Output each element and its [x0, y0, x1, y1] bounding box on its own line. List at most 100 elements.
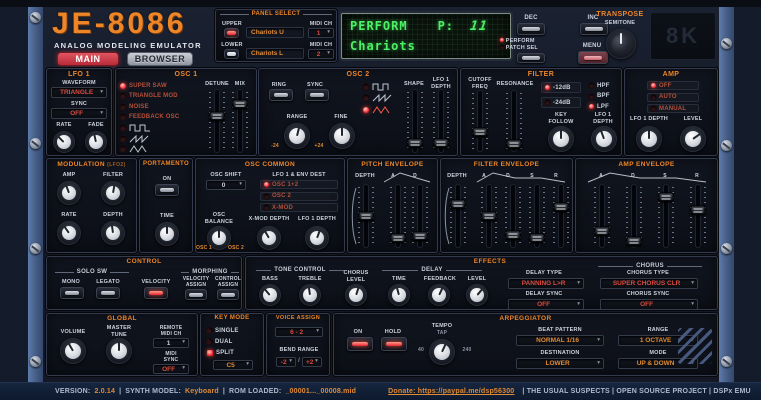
master-tune-knob[interactable] [103, 335, 135, 367]
amp-mode-option[interactable]: AUTO [647, 92, 699, 102]
env-dest-option[interactable]: OSC 2 [260, 191, 338, 201]
slider-handle[interactable] [529, 233, 545, 243]
slider-handle[interactable] [594, 226, 610, 236]
main-tab-button[interactable]: MAIN [57, 52, 119, 66]
amp-mode-option[interactable]: MANUAL [647, 104, 699, 113]
ring-button[interactable] [269, 89, 293, 101]
slider-handle[interactable] [412, 231, 428, 241]
legato-button[interactable] [96, 287, 120, 299]
mono-button[interactable] [60, 287, 84, 299]
dec-button[interactable] [517, 23, 545, 35]
portamento-time-knob[interactable] [152, 219, 182, 249]
amp-mode-option[interactable]: OFF [647, 81, 699, 90]
midi-sync-select[interactable]: OFF ▾ [153, 364, 189, 374]
portamento-on-button[interactable] [155, 184, 179, 196]
key-mode-option[interactable]: SPLIT [207, 348, 259, 357]
key-mode-option[interactable]: DUAL [205, 337, 259, 346]
osc1-wave-option[interactable] [120, 134, 202, 143]
env-dest-option[interactable]: X-MOD [260, 203, 338, 212]
upper-midi-ch-select[interactable]: 1 ▾ [308, 28, 334, 38]
lower-select-button[interactable] [224, 49, 239, 59]
common-lfo-depth-knob[interactable] [302, 223, 332, 253]
filter-sustain-slider[interactable] [529, 185, 545, 247]
menu-button[interactable] [578, 51, 608, 64]
osc1-wave-option[interactable]: SUPER SAW [120, 81, 202, 90]
filter-lfo-depth-knob[interactable] [588, 123, 620, 155]
lower-patch-name[interactable]: Chariots L [246, 48, 304, 59]
feedback-knob[interactable] [425, 281, 453, 309]
chorus-level-knob[interactable] [342, 281, 370, 309]
env-dest-option[interactable]: OSC 1+2 [260, 180, 338, 189]
amp-lfo-depth-knob[interactable] [633, 123, 665, 155]
destination-select[interactable]: LOWER ▾ [516, 358, 604, 369]
fine-knob[interactable] [326, 120, 358, 152]
slider-handle[interactable] [690, 205, 706, 215]
filter-type-option[interactable]: BPF [589, 92, 619, 101]
filter-env-depth-slider[interactable] [450, 185, 466, 247]
delay-sync-select[interactable]: OFF ▾ [508, 299, 584, 310]
slider-handle[interactable] [481, 211, 497, 221]
osc2-sync-button[interactable] [305, 89, 329, 101]
remote-midi-ch-select[interactable]: 1 ▾ [153, 338, 189, 348]
mod-amp-knob[interactable] [54, 178, 84, 208]
amp-attack-slider[interactable] [594, 185, 610, 247]
bend-down-select[interactable]: -2 ▾ [276, 357, 297, 367]
slider-handle[interactable] [553, 202, 569, 212]
mod-depth-knob[interactable] [98, 218, 128, 248]
velocity-button[interactable] [144, 287, 168, 299]
perform-patchsel-button[interactable] [517, 53, 545, 63]
slider-handle[interactable] [232, 99, 248, 109]
arp-on-button[interactable] [347, 337, 373, 351]
range-knob[interactable] [281, 120, 313, 152]
arp-hold-button[interactable] [381, 337, 407, 351]
key-mode-option[interactable]: SINGLE [205, 326, 259, 335]
resonance-slider[interactable] [506, 91, 522, 151]
shape-slider[interactable] [407, 90, 423, 152]
mod-filter-knob[interactable] [98, 178, 128, 208]
osc2-wave-option[interactable] [363, 105, 399, 114]
lfo1-rate-knob[interactable] [50, 128, 78, 156]
osc1-wave-option[interactable] [120, 124, 202, 133]
slider-handle[interactable] [505, 230, 521, 240]
filter-attack-slider[interactable] [481, 185, 497, 247]
control-assign-button[interactable] [217, 289, 239, 300]
slider-handle[interactable] [506, 139, 522, 149]
amp-release-slider[interactable] [690, 185, 706, 247]
slider-handle[interactable] [407, 138, 423, 148]
upper-patch-name[interactable]: Chariots U [246, 27, 304, 38]
filter-type-option[interactable]: LPF [589, 102, 619, 111]
amp-level-knob[interactable] [677, 123, 709, 155]
mod-rate-knob[interactable] [54, 218, 84, 248]
filter-type-option[interactable]: HPF [589, 81, 619, 90]
filter-decay-slider[interactable] [505, 185, 521, 247]
xmod-depth-knob[interactable] [254, 223, 284, 253]
upper-select-button[interactable] [224, 28, 239, 38]
bass-knob[interactable] [256, 281, 284, 309]
amp-sustain-slider[interactable] [658, 185, 674, 247]
slider-handle[interactable] [209, 111, 225, 121]
lower-midi-ch-select[interactable]: 2 ▾ [308, 49, 334, 59]
lfo1-waveform-select[interactable]: TRIANGLE ▾ [51, 87, 107, 98]
pitch-attack-slider[interactable] [390, 185, 406, 247]
lfo1-sync-select[interactable]: OFF ▾ [51, 108, 107, 119]
cutoff-freq-slider[interactable] [472, 91, 488, 151]
filter-12db-button[interactable]: -12dB [541, 82, 581, 93]
donate-link[interactable]: Donate: https://paypal.me/dsp56300 [388, 388, 514, 395]
lfo1-fade-knob[interactable] [82, 128, 110, 156]
beat-pattern-select[interactable]: NORMAL 1/16 ▾ [516, 335, 604, 346]
detune-slider[interactable] [209, 90, 225, 152]
split-point-select[interactable]: C5 ▾ [213, 360, 253, 370]
slider-handle[interactable] [358, 211, 374, 221]
pitch-depth-slider[interactable] [358, 185, 374, 247]
slider-handle[interactable] [433, 138, 449, 148]
chorus-sync-select[interactable]: OFF ▾ [600, 299, 698, 310]
osc-shift-select[interactable]: 0 ▾ [206, 180, 246, 190]
osc1-wave-option[interactable] [120, 145, 202, 154]
pitch-decay-slider[interactable] [412, 185, 428, 247]
osc1-wave-option[interactable]: TRIANGLE MOD [120, 92, 202, 101]
browser-tab-button[interactable]: BROWSER [127, 52, 193, 66]
slider-handle[interactable] [450, 199, 466, 209]
slider-handle[interactable] [472, 127, 488, 137]
velocity-assign-button[interactable] [185, 289, 207, 300]
delay-time-knob[interactable] [385, 281, 413, 309]
